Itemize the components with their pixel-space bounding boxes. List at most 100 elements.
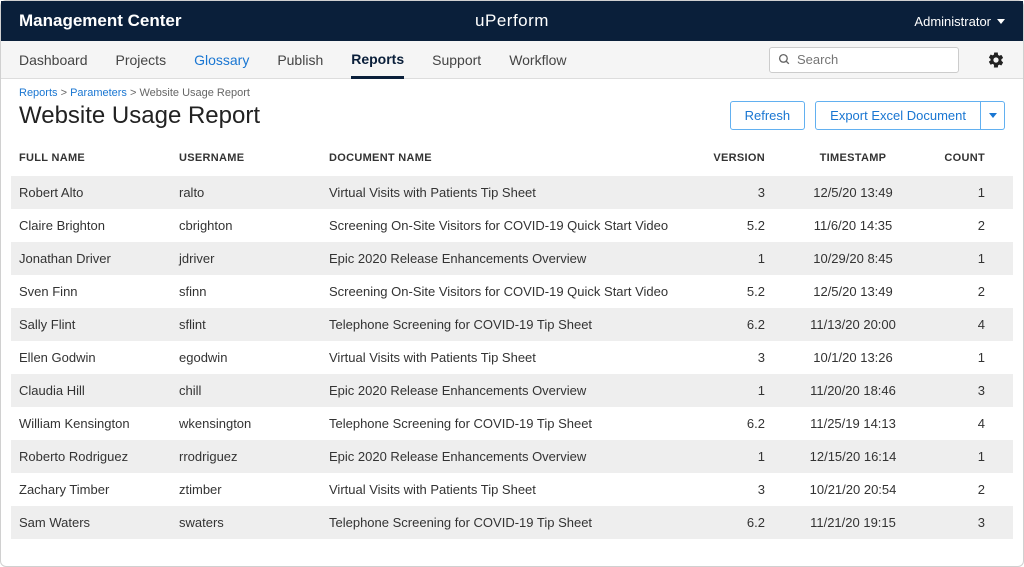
cell-version: 1 (693, 242, 773, 275)
cell-document: Telephone Screening for COVID-19 Tip She… (321, 407, 693, 440)
search-input[interactable] (797, 52, 950, 67)
cell-version: 6.2 (693, 506, 773, 539)
table-row[interactable]: Zachary TimberztimberVirtual Visits with… (11, 473, 1013, 506)
cell-timestamp: 10/29/20 8:45 (773, 242, 933, 275)
cell-timestamp: 12/5/20 13:49 (773, 176, 933, 209)
cell-document: Epic 2020 Release Enhancements Overview (321, 374, 693, 407)
col-header-fullname[interactable]: FULL NAME (11, 140, 171, 176)
cell-count: 4 (933, 308, 1013, 341)
search-box[interactable] (769, 47, 959, 73)
table-row[interactable]: William KensingtonwkensingtonTelephone S… (11, 407, 1013, 440)
cell-count: 2 (933, 275, 1013, 308)
user-menu[interactable]: Administrator (914, 14, 1005, 29)
cell-timestamp: 11/20/20 18:46 (773, 374, 933, 407)
cell-timestamp: 12/15/20 16:14 (773, 440, 933, 473)
cell-document: Virtual Visits with Patients Tip Sheet (321, 341, 693, 374)
nav-projects[interactable]: Projects (116, 41, 167, 78)
table-row[interactable]: Ellen GodwinegodwinVirtual Visits with P… (11, 341, 1013, 374)
gear-icon[interactable] (987, 51, 1005, 69)
breadcrumb-parameters[interactable]: Parameters (70, 87, 127, 99)
cell-count: 4 (933, 407, 1013, 440)
cell-timestamp: 11/25/19 14:13 (773, 407, 933, 440)
table-row[interactable]: Sven FinnsfinnScreening On-Site Visitors… (11, 275, 1013, 308)
cell-document: Screening On-Site Visitors for COVID-19 … (321, 209, 693, 242)
nav-support[interactable]: Support (432, 41, 481, 78)
brand-logo: uPerform (475, 11, 549, 31)
table-row[interactable]: Robert AltoraltoVirtual Visits with Pati… (11, 176, 1013, 209)
cell-version: 3 (693, 473, 773, 506)
cell-username: chill (171, 374, 321, 407)
table-row[interactable]: Roberto RodriguezrrodriguezEpic 2020 Rel… (11, 440, 1013, 473)
cell-fullname: Jonathan Driver (11, 242, 171, 275)
cell-username: egodwin (171, 341, 321, 374)
table-row[interactable]: Claudia HillchillEpic 2020 Release Enhan… (11, 374, 1013, 407)
cell-document: Screening On-Site Visitors for COVID-19 … (321, 275, 693, 308)
col-header-document[interactable]: DOCUMENT NAME (321, 140, 693, 176)
cell-count: 3 (933, 506, 1013, 539)
page-header: Website Usage Report Refresh Export Exce… (1, 101, 1023, 140)
cell-username: swaters (171, 506, 321, 539)
cell-document: Virtual Visits with Patients Tip Sheet (321, 473, 693, 506)
col-header-version[interactable]: VERSION (693, 140, 773, 176)
breadcrumb-current: Website Usage Report (139, 87, 249, 99)
page-title: Website Usage Report (19, 102, 720, 130)
export-dropdown-toggle[interactable] (981, 101, 1005, 130)
cell-count: 1 (933, 440, 1013, 473)
table-row[interactable]: Claire BrightoncbrightonScreening On-Sit… (11, 209, 1013, 242)
cell-count: 2 (933, 473, 1013, 506)
cell-version: 6.2 (693, 407, 773, 440)
cell-timestamp: 10/21/20 20:54 (773, 473, 933, 506)
cell-fullname: Roberto Rodriguez (11, 440, 171, 473)
cell-document: Telephone Screening for COVID-19 Tip She… (321, 506, 693, 539)
export-button[interactable]: Export Excel Document (815, 101, 981, 130)
cell-version: 3 (693, 341, 773, 374)
chevron-down-icon (989, 113, 997, 118)
search-icon (778, 53, 791, 66)
cell-timestamp: 12/5/20 13:49 (773, 275, 933, 308)
cell-fullname: William Kensington (11, 407, 171, 440)
nav-workflow[interactable]: Workflow (509, 41, 566, 78)
refresh-button[interactable]: Refresh (730, 101, 806, 130)
cell-version: 5.2 (693, 275, 773, 308)
cell-count: 3 (933, 374, 1013, 407)
cell-username: sflint (171, 308, 321, 341)
cell-version: 1 (693, 374, 773, 407)
cell-version: 1 (693, 440, 773, 473)
cell-document: Epic 2020 Release Enhancements Overview (321, 440, 693, 473)
cell-timestamp: 11/13/20 20:00 (773, 308, 933, 341)
col-header-count[interactable]: COUNT (933, 140, 1013, 176)
cell-fullname: Sam Waters (11, 506, 171, 539)
cell-version: 5.2 (693, 209, 773, 242)
cell-timestamp: 10/1/20 13:26 (773, 341, 933, 374)
cell-fullname: Claire Brighton (11, 209, 171, 242)
nav-reports[interactable]: Reports (351, 42, 404, 79)
topbar: Management Center uPerform Administrator (1, 1, 1023, 41)
cell-username: sfinn (171, 275, 321, 308)
cell-username: ztimber (171, 473, 321, 506)
nav-glossary[interactable]: Glossary (194, 41, 249, 78)
cell-document: Virtual Visits with Patients Tip Sheet (321, 176, 693, 209)
cell-username: rrodriguez (171, 440, 321, 473)
cell-username: cbrighton (171, 209, 321, 242)
cell-timestamp: 11/6/20 14:35 (773, 209, 933, 242)
cell-version: 6.2 (693, 308, 773, 341)
nav-publish[interactable]: Publish (277, 41, 323, 78)
breadcrumb-reports[interactable]: Reports (19, 87, 58, 99)
table-row[interactable]: Sam WatersswatersTelephone Screening for… (11, 506, 1013, 539)
usage-table: FULL NAME USERNAME DOCUMENT NAME VERSION… (11, 140, 1013, 539)
cell-username: wkensington (171, 407, 321, 440)
app-title: Management Center (19, 11, 181, 31)
table-row[interactable]: Sally FlintsflintTelephone Screening for… (11, 308, 1013, 341)
cell-version: 3 (693, 176, 773, 209)
col-header-username[interactable]: USERNAME (171, 140, 321, 176)
cell-fullname: Ellen Godwin (11, 341, 171, 374)
cell-username: ralto (171, 176, 321, 209)
table-row[interactable]: Jonathan DriverjdriverEpic 2020 Release … (11, 242, 1013, 275)
nav-dashboard[interactable]: Dashboard (19, 41, 88, 78)
col-header-timestamp[interactable]: TIMESTAMP (773, 140, 933, 176)
export-split-button: Export Excel Document (815, 101, 1005, 130)
cell-timestamp: 11/21/20 19:15 (773, 506, 933, 539)
cell-username: jdriver (171, 242, 321, 275)
cell-count: 1 (933, 242, 1013, 275)
cell-document: Telephone Screening for COVID-19 Tip She… (321, 308, 693, 341)
